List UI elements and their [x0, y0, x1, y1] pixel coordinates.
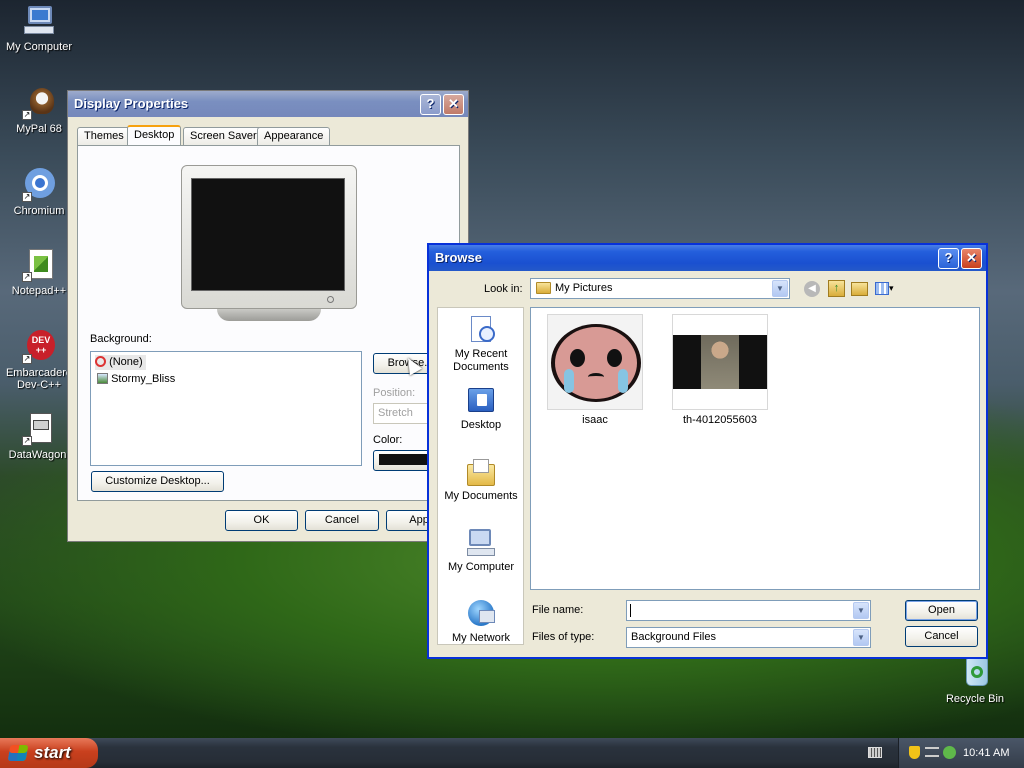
text-cursor — [630, 604, 631, 617]
place-my-recent-documents[interactable]: My Recent Documents — [438, 314, 524, 374]
file-name-label: File name: — [532, 604, 584, 616]
color-label: Color: — [373, 434, 403, 446]
place-label: My Computer — [447, 561, 515, 573]
files-of-type-value: Background Files — [631, 631, 716, 643]
monitor-power-icon — [327, 296, 334, 303]
view-menu-icon[interactable]: ▾ — [875, 280, 899, 297]
list-item[interactable]: (None) — [95, 355, 146, 370]
place-label: Documents — [453, 361, 509, 373]
tab-screen-saver[interactable]: Screen Saver — [183, 127, 264, 146]
desktop-icon-label: Recycle Bin — [945, 693, 1005, 705]
display-properties-titlebar[interactable]: Display Properties ? ✕ — [68, 91, 468, 117]
windows-logo-icon — [7, 745, 29, 761]
list-item-label: Stormy_Bliss — [111, 373, 176, 385]
place-desktop[interactable]: Desktop — [438, 385, 524, 432]
up-folder-icon[interactable]: ↑ — [828, 280, 845, 297]
ok-button[interactable]: OK — [225, 510, 298, 531]
keyboard-icon[interactable] — [868, 747, 882, 758]
desktop-icon-recycle-bin[interactable]: Recycle Bin — [936, 656, 1014, 705]
look-in-label: Look in: — [484, 283, 523, 295]
help-button[interactable]: ? — [420, 94, 441, 115]
look-in-select[interactable]: My Pictures ▼ — [530, 278, 790, 299]
security-shield-icon[interactable] — [909, 746, 920, 759]
place-label: My Documents — [444, 490, 518, 502]
open-button[interactable]: Open — [905, 600, 978, 621]
my-computer-icon — [465, 527, 497, 559]
cancel-button[interactable]: Cancel — [905, 626, 978, 647]
chevron-down-icon[interactable]: ▼ — [853, 629, 869, 646]
start-label: start — [34, 743, 71, 762]
file-list[interactable]: isaac th-4012055603 — [530, 307, 980, 590]
file-name: isaac — [582, 414, 608, 426]
files-of-type-label: Files of type: — [532, 631, 595, 643]
files-of-type-select[interactable]: Background Files ▼ — [626, 627, 871, 648]
recent-documents-icon — [465, 314, 497, 346]
background-label: Background: — [90, 333, 152, 345]
taskbar: start 10:41 AM — [0, 738, 1024, 768]
recycle-bin-icon — [958, 656, 992, 690]
chevron-down-icon[interactable]: ▼ — [772, 280, 788, 297]
close-button[interactable]: ✕ — [961, 248, 982, 269]
thumbnail-photo — [672, 314, 768, 410]
thumbnail-isaac — [547, 314, 643, 410]
places-bar: My Recent Documents Desktop My Documents… — [437, 307, 524, 645]
position-label: Position: — [373, 387, 416, 399]
cancel-button[interactable]: Cancel — [305, 510, 379, 531]
customize-desktop-button[interactable]: Customize Desktop... — [91, 471, 224, 492]
place-my-documents[interactable]: My Documents — [438, 456, 524, 503]
start-button[interactable]: start — [0, 738, 98, 768]
notepad-plus-plus-icon: ↗ — [22, 248, 56, 282]
file-name: th-4012055603 — [682, 414, 757, 426]
place-label: My Network — [451, 632, 511, 644]
tab-desktop[interactable]: Desktop — [127, 125, 182, 147]
mypal-icon: ↗ — [22, 86, 56, 120]
devcpp-icon: DEV ++ ↗ — [22, 330, 56, 364]
file-item[interactable]: isaac — [547, 314, 643, 426]
list-item-label: (None) — [109, 356, 143, 368]
window-title: Browse — [435, 250, 482, 265]
browse-titlebar[interactable]: Browse ? ✕ — [429, 245, 986, 271]
monitor-screen — [191, 178, 345, 291]
my-computer-icon — [22, 4, 56, 38]
close-button[interactable]: ✕ — [443, 94, 464, 115]
display-properties-window[interactable]: Display Properties ? ✕ Themes Desktop Sc… — [67, 90, 469, 542]
place-my-network[interactable]: My Network — [438, 598, 524, 645]
place-my-computer[interactable]: My Computer — [438, 527, 524, 574]
new-folder-icon[interactable] — [851, 282, 868, 296]
tab-themes[interactable]: Themes — [77, 127, 131, 146]
file-name-input[interactable]: ▼ — [626, 600, 871, 621]
back-button[interactable]: ◀ — [804, 281, 820, 297]
help-button[interactable]: ? — [938, 248, 959, 269]
place-label: My Recent — [454, 348, 508, 360]
system-tray: 10:41 AM — [898, 738, 1024, 768]
image-file-icon — [97, 373, 108, 384]
monitor-preview — [181, 165, 357, 321]
file-item[interactable]: th-4012055603 — [672, 314, 768, 426]
desktop-icon — [465, 385, 497, 417]
chromium-icon: ↗ — [22, 168, 56, 202]
place-label: Desktop — [460, 419, 502, 431]
look-in-value: My Pictures — [555, 282, 613, 294]
shortcut-arrow-icon: ↗ — [22, 272, 32, 282]
datawagon-icon: ↗ — [22, 412, 56, 446]
shortcut-arrow-icon: ↗ — [22, 192, 32, 202]
shortcut-arrow-icon: ↗ — [22, 110, 32, 120]
my-documents-icon — [465, 456, 497, 488]
volume-icon[interactable] — [943, 746, 956, 759]
shortcut-arrow-icon: ↗ — [22, 354, 32, 364]
desktop-icon-my-computer[interactable]: My Computer — [0, 4, 78, 53]
clock[interactable]: 10:41 AM — [963, 738, 1009, 768]
my-network-icon — [465, 598, 497, 630]
shortcut-arrow-icon: ↗ — [22, 436, 32, 446]
list-item[interactable]: Stormy_Bliss — [97, 372, 175, 387]
window-title: Display Properties — [74, 96, 189, 111]
browse-dialog[interactable]: Browse ? ✕ Look in: My Pictures ▼ ◀ ↑ ▾ … — [427, 243, 988, 659]
tab-appearance[interactable]: Appearance — [257, 127, 331, 146]
network-icon[interactable] — [925, 747, 939, 757]
none-icon — [95, 356, 106, 367]
background-list[interactable]: (None) Stormy_Bliss — [90, 351, 362, 466]
chevron-down-icon[interactable]: ▼ — [853, 602, 869, 619]
desktop-icon-label: My Computer — [5, 41, 73, 53]
folder-icon — [536, 282, 551, 294]
